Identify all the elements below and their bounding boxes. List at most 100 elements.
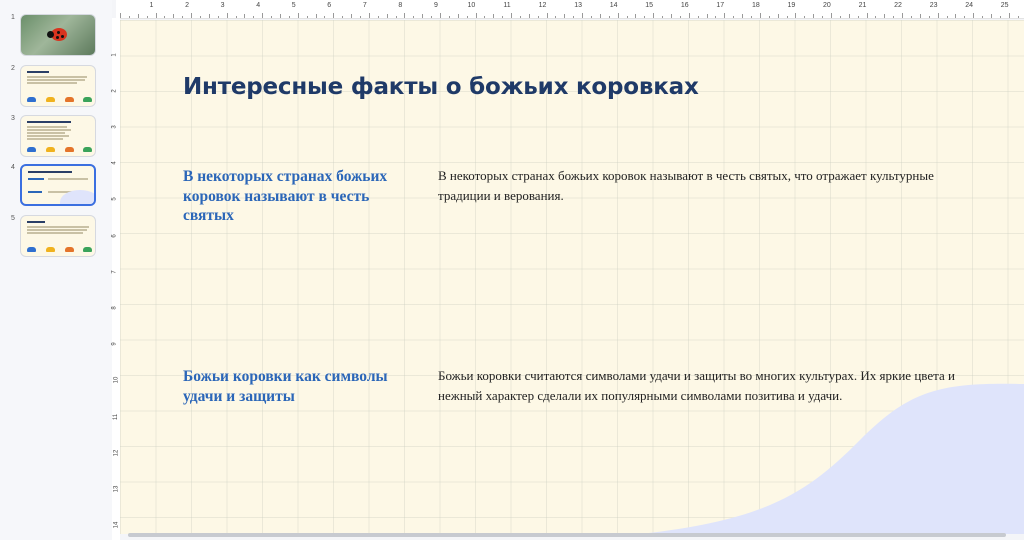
ruler-tick bbox=[893, 16, 895, 18]
horizontal-ruler: 1 2 3 4 5 6 7 8 9 10 11 12 13 14 15 16 17 18 19 20 21 22 23 24 2… bbox=[116, 0, 1024, 19]
ruler-tick bbox=[128, 16, 130, 18]
ruler-tick bbox=[573, 16, 575, 18]
ruler-tick bbox=[173, 14, 175, 18]
ruler-tick bbox=[493, 14, 495, 18]
ruler-tick bbox=[875, 16, 877, 18]
ruler-tick bbox=[688, 13, 690, 18]
thumbnail-row-3[interactable]: 3 bbox=[0, 115, 112, 163]
ruler-tick bbox=[475, 13, 477, 18]
ruler-number: 6 bbox=[327, 2, 332, 9]
ruler-tick bbox=[608, 16, 610, 18]
ruler-tick bbox=[537, 16, 539, 18]
slide-thumbnail-1[interactable] bbox=[20, 14, 96, 56]
slide-thumbnails-panel: 1 2 3 4 5 bbox=[0, 0, 112, 540]
thumbnail-row-4[interactable]: 4 bbox=[0, 164, 112, 212]
ruler-tick bbox=[235, 16, 237, 18]
slide-thumbnail-4-selected[interactable] bbox=[20, 164, 96, 206]
ruler-tick bbox=[591, 16, 593, 18]
ruler-number: 20 bbox=[823, 2, 831, 9]
slide-thumbnail-3[interactable] bbox=[20, 115, 96, 157]
ruler-number: 5 bbox=[111, 197, 118, 201]
ruler-tick bbox=[902, 13, 904, 18]
ruler-number: 2 bbox=[111, 89, 118, 93]
ruler-tick bbox=[208, 14, 210, 18]
ruler-number: 3 bbox=[111, 125, 118, 129]
thumbnail-row-2[interactable]: 2 bbox=[0, 65, 112, 113]
ruler-tick bbox=[866, 13, 868, 18]
ruler-tick bbox=[191, 13, 193, 18]
ruler-number: 11 bbox=[503, 2, 511, 9]
ruler-tick bbox=[662, 16, 664, 18]
ruler-tick bbox=[804, 16, 806, 18]
ruler-tick bbox=[324, 16, 326, 18]
ruler-number: 3 bbox=[220, 2, 225, 9]
thumbnail-number: 3 bbox=[11, 115, 15, 122]
fact-heading-luck[interactable]: Божьи коровки как символы удачи и защиты bbox=[183, 367, 403, 406]
ruler-tick bbox=[226, 13, 228, 18]
horizontal-scrollbar[interactable] bbox=[128, 533, 1006, 537]
slide-canvas[interactable]: Интересные факты о божьих коровках В нек… bbox=[120, 20, 1024, 534]
ruler-number: 16 bbox=[680, 2, 689, 9]
slide-thumbnail-2[interactable] bbox=[20, 65, 96, 107]
ruler-tick bbox=[368, 13, 370, 18]
ruler-tick bbox=[964, 16, 966, 18]
ruler-tick bbox=[973, 13, 975, 18]
ruler-tick bbox=[733, 16, 735, 18]
ruler-tick bbox=[288, 16, 290, 18]
ruler-tick bbox=[999, 16, 1001, 18]
ruler-tick bbox=[671, 14, 673, 18]
ruler-tick bbox=[439, 13, 441, 18]
ruler-tick bbox=[626, 16, 628, 18]
ruler-tick bbox=[1017, 16, 1019, 18]
ruler-number: 24 bbox=[965, 2, 974, 9]
ruler-tick bbox=[937, 13, 939, 18]
ruler-tick bbox=[502, 16, 504, 18]
ruler-number: 1 bbox=[149, 2, 154, 9]
ruler-tick bbox=[519, 16, 521, 18]
ruler-tick bbox=[395, 16, 397, 18]
ruler-tick bbox=[857, 16, 859, 18]
ruler-tick bbox=[511, 13, 513, 18]
ruler-tick bbox=[990, 14, 992, 18]
ruler-tick bbox=[848, 14, 850, 18]
ruler-number: 2 bbox=[185, 2, 189, 9]
thumbnail-number: 2 bbox=[11, 65, 15, 72]
ruler-number: 1 bbox=[111, 52, 118, 57]
ruler-tick bbox=[297, 13, 299, 18]
ruler-number: 4 bbox=[256, 2, 261, 9]
ruler-number: 19 bbox=[787, 2, 796, 9]
ruler-number: 7 bbox=[362, 2, 367, 9]
ruler-tick bbox=[466, 16, 468, 18]
slide-title[interactable]: Интересные факты о божьих коровках bbox=[183, 74, 699, 100]
ruler-tick bbox=[448, 16, 450, 18]
ruler-tick bbox=[306, 16, 308, 18]
ruler-number: 13 bbox=[113, 485, 120, 493]
thumbnail-number: 4 bbox=[11, 164, 15, 171]
ruler-tick bbox=[484, 16, 486, 18]
ruler-tick bbox=[457, 14, 459, 18]
fact-text-luck[interactable]: Божьи коровки считаются символами удачи … bbox=[438, 366, 968, 405]
ruler-tick bbox=[946, 16, 948, 18]
ruler-tick bbox=[955, 14, 957, 18]
ruler-tick bbox=[679, 16, 681, 18]
ruler-tick bbox=[839, 16, 841, 18]
ruler-tick bbox=[199, 16, 201, 18]
ruler-tick bbox=[813, 14, 815, 18]
ruler-tick bbox=[413, 16, 415, 18]
ruler-tick bbox=[279, 14, 281, 18]
thumbnail-row-5[interactable]: 5 bbox=[0, 215, 112, 263]
ruler-number: 8 bbox=[111, 306, 118, 310]
ruler-tick bbox=[244, 14, 246, 18]
ruler-tick bbox=[928, 16, 930, 18]
ruler-number: 9 bbox=[433, 2, 438, 9]
ruler-number: 21 bbox=[858, 2, 867, 9]
ruler-tick bbox=[759, 13, 761, 18]
ruler-tick bbox=[333, 13, 335, 18]
slide-thumbnail-5[interactable] bbox=[20, 215, 96, 257]
ruler-tick bbox=[342, 16, 344, 18]
fact-heading-saints[interactable]: В некоторых странах божьих коровок назыв… bbox=[183, 167, 403, 226]
fact-text-saints[interactable]: В некоторых странах божьих коровок назыв… bbox=[438, 166, 968, 205]
thumbnail-row-1[interactable]: 1 bbox=[0, 14, 112, 62]
ruler-number: 8 bbox=[398, 2, 403, 9]
ruler-number: 13 bbox=[574, 2, 582, 9]
